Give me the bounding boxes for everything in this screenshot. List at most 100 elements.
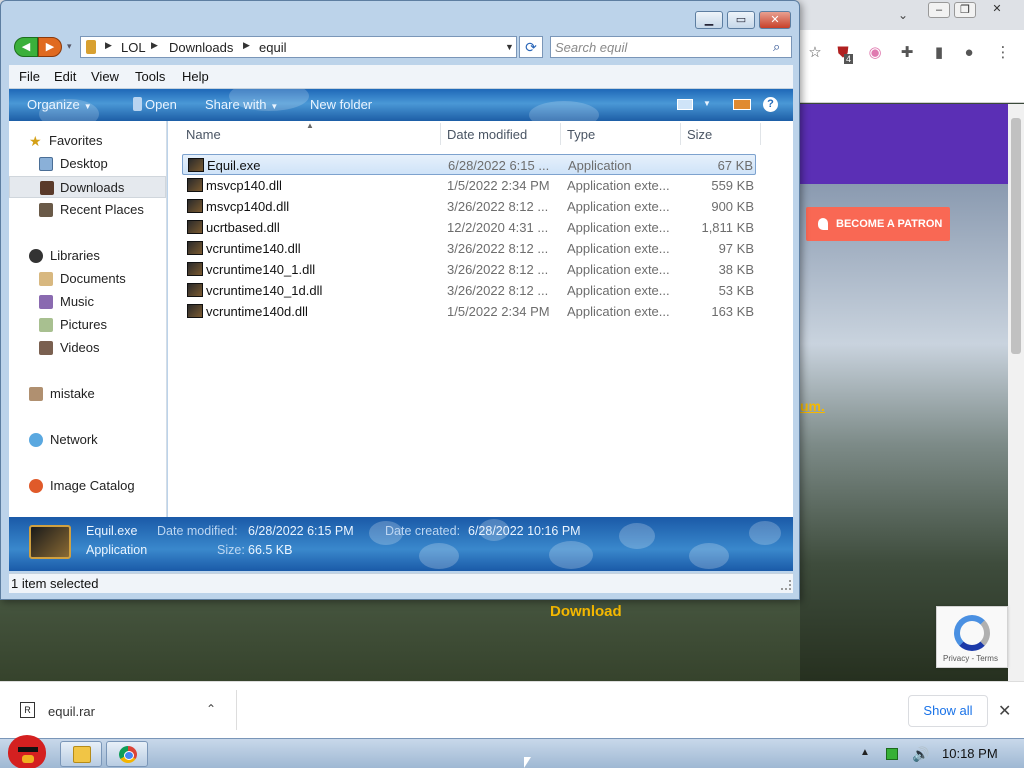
nav-mistake[interactable]: mistake (9, 383, 166, 405)
menu-view[interactable]: View (91, 69, 119, 84)
recaptcha-badge[interactable]: Privacy - Terms (936, 606, 1008, 668)
become-patron-button[interactable]: BECOME A PATRON (806, 207, 950, 241)
nav-documents[interactable]: Documents (9, 268, 166, 290)
table-row[interactable]: msvcp140.dll 1/5/2022 2:34 PM Application … (182, 175, 756, 196)
resize-grip[interactable] (781, 580, 791, 590)
organize-button[interactable]: Organize ▼ (27, 97, 92, 112)
nav-music[interactable]: Music (9, 291, 166, 313)
browser-close-button[interactable]: ✕ (986, 2, 1008, 18)
volume-tray-icon[interactable]: 🔊 (912, 746, 929, 763)
column-header-date-modified[interactable]: Date modified (447, 127, 527, 142)
table-row[interactable]: Equil.exe 6/28/2022 6:15 ... Application 67… (182, 154, 756, 175)
table-row[interactable]: vcruntime140_1d.dll 3/26/2022 8:12 ... App… (182, 280, 756, 301)
taskbar-explorer-button[interactable] (60, 741, 102, 767)
search-box[interactable]: ⌕ (550, 36, 792, 58)
nav-network[interactable]: Network (9, 429, 166, 451)
close-button[interactable]: ✕ (759, 11, 791, 29)
page-scrollbar[interactable] (1008, 104, 1024, 681)
menu-tools[interactable]: Tools (135, 69, 165, 84)
music-icon (39, 295, 53, 309)
kebab-menu-icon[interactable]: ⋮ (994, 44, 1012, 62)
column-divider[interactable] (760, 123, 761, 145)
address-dropdown-icon[interactable]: ▼ (505, 42, 514, 52)
nav-libraries[interactable]: Libraries (9, 245, 166, 267)
menu-help[interactable]: Help (182, 69, 209, 84)
profile-icon[interactable]: ● (960, 44, 978, 62)
breadcrumb-separator[interactable]: ▶ (105, 40, 112, 51)
file-date-modified: 3/26/2022 8:12 ... (447, 262, 549, 277)
help-icon[interactable]: ? (763, 97, 778, 112)
side-panel-icon[interactable]: ▮ (930, 44, 948, 62)
chevron-down-icon[interactable]: ▼ (703, 99, 711, 108)
file-icon (187, 241, 203, 255)
column-header-size[interactable]: Size (687, 127, 712, 142)
back-button[interactable]: ◀ (14, 37, 38, 57)
column-divider[interactable] (680, 123, 681, 145)
file-date-modified: 6/28/2022 6:15 ... (448, 158, 550, 173)
search-icon[interactable]: ⌕ (773, 39, 780, 55)
refresh-icon[interactable]: ⟳ (519, 36, 543, 58)
menu-edit[interactable]: Edit (54, 69, 76, 84)
tab-search-chevron-icon[interactable]: ⌄ (898, 8, 908, 22)
search-input[interactable] (555, 39, 765, 55)
column-header-type[interactable]: Type (567, 127, 595, 142)
forum-link[interactable]: um. (800, 398, 825, 414)
table-row[interactable]: vcruntime140d.dll 1/5/2022 2:34 PM Applica… (182, 301, 756, 322)
tray-expand-icon[interactable]: ▲ (860, 747, 870, 758)
download-link[interactable]: Download (550, 603, 622, 620)
show-all-button[interactable]: Show all (908, 695, 988, 727)
browser-restore-button[interactable]: ❐ (954, 2, 976, 18)
forward-button[interactable]: ▶ (38, 37, 62, 57)
address-bar[interactable]: ▶ LOL ▶ Downloads ▶ equil ▼ (80, 36, 517, 58)
table-row[interactable]: ucrtbased.dll 12/2/2020 4:31 ... Applicati… (182, 217, 756, 238)
puzzle-icon[interactable]: ✚ (898, 44, 916, 62)
details-size: 66.5 KB (248, 543, 293, 557)
start-button[interactable] (4, 731, 50, 768)
column-divider[interactable] (440, 123, 441, 145)
open-button[interactable]: Open (145, 97, 177, 112)
share-with-button[interactable]: Share with ▼ (205, 97, 278, 112)
maximize-button[interactable]: ▭ (727, 11, 755, 29)
nav-downloads[interactable]: Downloads (9, 176, 166, 198)
column-header-name[interactable]: Name (186, 127, 221, 142)
preview-pane-icon[interactable] (733, 99, 751, 110)
file-name: ucrtbased.dll (206, 220, 280, 235)
nav-desktop[interactable]: Desktop (9, 153, 166, 175)
breadcrumb-equil[interactable]: equil (259, 40, 286, 55)
network-tray-icon[interactable] (886, 748, 898, 760)
breadcrumb-downloads[interactable]: Downloads (169, 40, 233, 55)
file-list-pane: ▲ Name Date modified Type Size Equil.exe… (168, 121, 793, 517)
extension-icon[interactable]: ◉ (866, 44, 884, 62)
nav-pictures[interactable]: Pictures (9, 314, 166, 336)
table-row[interactable]: vcruntime140.dll 3/26/2022 8:12 ... Applic… (182, 238, 756, 259)
explorer-titlebar[interactable]: ▁ ▭ ✕ (1, 1, 799, 33)
recent-pages-dropdown[interactable]: ▾ (67, 41, 72, 52)
nav-favorites-label: Favorites (49, 133, 103, 148)
scrollbar-thumb[interactable] (1011, 118, 1021, 354)
taskbar-clock[interactable]: 10:18 PM (942, 746, 998, 761)
minimize-button[interactable]: ▁ (695, 11, 723, 29)
column-divider[interactable] (560, 123, 561, 145)
nav-image-catalog[interactable]: Image Catalog (9, 475, 166, 497)
nav-network-label: Network (50, 432, 98, 447)
bookmark-star-icon[interactable]: ☆ (806, 44, 824, 62)
nav-recent-places[interactable]: Recent Places (9, 199, 166, 221)
breadcrumb-separator[interactable]: ▶ (243, 40, 250, 51)
menu-file[interactable]: File (19, 69, 40, 84)
nav-videos[interactable]: Videos (9, 337, 166, 359)
taskbar-chrome-button[interactable] (106, 741, 148, 767)
nav-favorites[interactable]: ★ Favorites (9, 130, 166, 152)
new-folder-button[interactable]: New folder (310, 97, 372, 112)
recaptcha-terms[interactable]: Privacy - Terms (943, 654, 998, 663)
chevron-up-icon[interactable]: ⌃ (206, 702, 216, 716)
table-row[interactable]: vcruntime140_1.dll 3/26/2022 8:12 ... Appl… (182, 259, 756, 280)
breadcrumb-separator[interactable]: ▶ (151, 40, 158, 51)
breadcrumb-lol[interactable]: LOL (121, 40, 146, 55)
browser-minimize-button[interactable]: – (928, 2, 950, 18)
extension-badge: 4 (844, 54, 854, 64)
table-row[interactable]: msvcp140d.dll 3/26/2022 8:12 ... Applicati… (182, 196, 756, 217)
download-file-name[interactable]: equil.rar (48, 704, 95, 719)
folder-icon (86, 40, 96, 54)
change-view-icon[interactable] (677, 99, 693, 110)
close-icon[interactable]: ✕ (998, 701, 1011, 721)
